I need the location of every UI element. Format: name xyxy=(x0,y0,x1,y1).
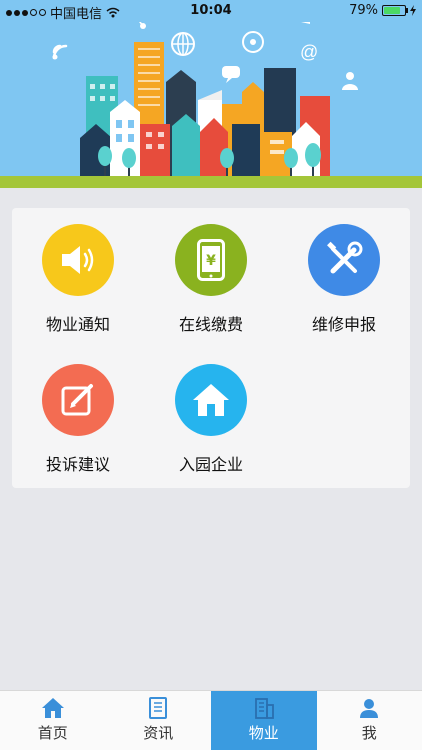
city-illustration: @ xyxy=(0,10,422,188)
tab-property[interactable]: 物业 xyxy=(211,691,317,750)
tools-icon xyxy=(308,224,380,296)
service-notice[interactable]: 物业通知 xyxy=(12,208,144,338)
city-banner: @ xyxy=(0,0,422,188)
home-icon xyxy=(175,364,247,436)
services-card: 物业通知 ¥ 在线缴费 维修申报 投诉建议 入园企业 xyxy=(12,208,410,488)
tab-bar: 首页 资讯 物业 我 xyxy=(0,690,422,750)
service-label: 入园企业 xyxy=(178,455,243,474)
service-label: 投诉建议 xyxy=(45,455,110,474)
svg-text:@: @ xyxy=(300,42,318,62)
speaker-icon xyxy=(42,224,114,296)
service-complaint[interactable]: 投诉建议 xyxy=(12,348,144,478)
tab-home[interactable]: 首页 xyxy=(0,691,106,750)
service-repair[interactable]: 维修申报 xyxy=(278,208,410,338)
book-icon xyxy=(149,697,168,719)
edit-icon xyxy=(42,364,114,436)
service-label: 在线缴费 xyxy=(178,315,243,334)
svg-text:¥: ¥ xyxy=(206,253,216,269)
home-icon xyxy=(41,698,64,718)
tab-me[interactable]: 我 xyxy=(317,691,422,750)
tab-news[interactable]: 资讯 xyxy=(106,691,212,750)
battery-icon xyxy=(382,5,408,16)
battery-level-bar xyxy=(384,7,400,14)
app-screen: @ 中国电信 10:04 79% 物业通知 ¥ 在线缴费 维修申报 投诉建议 入… xyxy=(0,0,422,750)
tab-label: 我 xyxy=(361,724,377,742)
charging-icon xyxy=(410,5,416,16)
service-companies[interactable]: 入园企业 xyxy=(145,348,277,478)
battery-percent: 79% xyxy=(349,3,378,18)
service-label: 物业通知 xyxy=(45,315,110,334)
status-right: 79% xyxy=(349,3,416,18)
service-label: 维修申报 xyxy=(311,315,376,334)
status-bar: 中国电信 10:04 79% xyxy=(0,0,422,22)
user-icon xyxy=(360,699,379,718)
tab-label: 物业 xyxy=(248,724,279,742)
tab-label: 首页 xyxy=(37,724,68,742)
phone-payment-icon: ¥ xyxy=(175,224,247,296)
tab-label: 资讯 xyxy=(143,724,174,742)
building-icon xyxy=(254,698,274,719)
service-payment[interactable]: ¥ 在线缴费 xyxy=(145,208,277,338)
